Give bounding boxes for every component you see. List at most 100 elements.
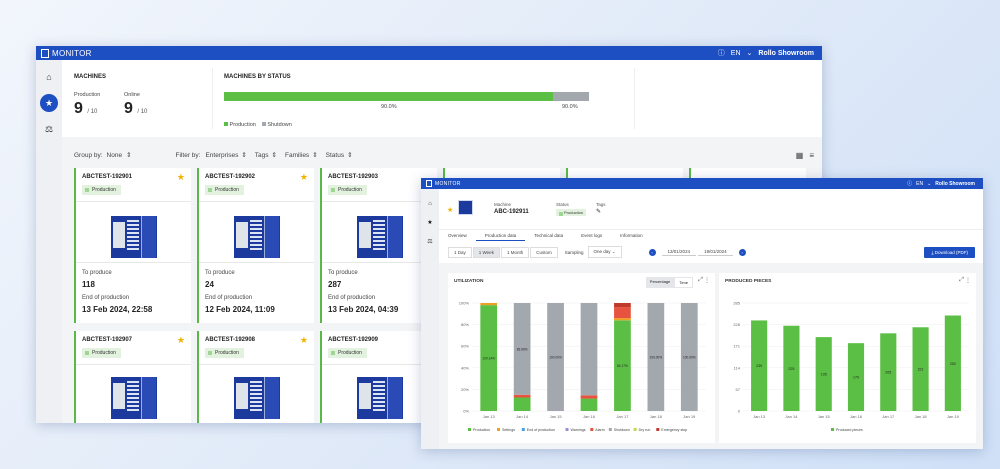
user-name[interactable]: Rollo Showroom (758, 50, 814, 57)
bar-segment (580, 395, 598, 399)
home-icon[interactable]: ⌂ (46, 72, 51, 82)
card-title: ABCTEST-192902 (205, 174, 256, 180)
end-value: 13 Feb 2024, 22:58 (82, 305, 153, 314)
list-view-icon[interactable]: ≡ (809, 151, 814, 160)
side-nav: ⌂ ★ ⚖ (421, 189, 439, 449)
user-name[interactable]: Rollo Showroom (935, 181, 975, 187)
favorites-icon[interactable]: ★ (40, 94, 58, 112)
card-title: ABCTEST-192908 (205, 337, 256, 343)
bar-segment (480, 303, 498, 306)
data-label: 252 (950, 362, 956, 366)
filter-tags[interactable]: Tags (255, 152, 269, 159)
divider (212, 68, 213, 129)
tab-event-logs[interactable]: Event logs (572, 230, 611, 241)
y-tick-label: 285 (733, 301, 740, 306)
data-label: 100.00% (650, 356, 663, 360)
x-tick-label: Jan 19 (947, 414, 960, 419)
sort-icon[interactable]: ⇕ (347, 151, 352, 159)
language-select[interactable]: EN (916, 181, 923, 187)
next-period-button[interactable]: › (738, 248, 746, 256)
machine-image (234, 371, 280, 419)
chevron-down-icon[interactable]: ⌄ (747, 49, 753, 57)
y-tick-label: 80% (461, 322, 469, 327)
legend-swatch (497, 428, 500, 431)
language-select[interactable]: EN (731, 50, 741, 57)
machine-detail-window: MONITOR ⓘ EN ⌄ Rollo Showroom ⌂ ★ ⚖ ★ Ma… (421, 178, 983, 449)
tab-technical-data[interactable]: Technical data (525, 230, 572, 241)
sort-icon[interactable]: ⇕ (312, 151, 317, 159)
x-tick-label: Jan 18 (650, 414, 663, 419)
divider (322, 201, 437, 202)
top-bar: MONITOR ⓘ EN ⌄ Rollo Showroom (36, 46, 822, 60)
analytics-icon[interactable]: ⚖ (427, 238, 432, 245)
star-icon[interactable]: ★ (177, 335, 185, 346)
status-badge: Production (556, 209, 587, 216)
machine-card[interactable]: ABCTEST-192901 ★ Production To produce 1… (74, 168, 191, 323)
machine-image (234, 210, 280, 258)
machine-image (111, 371, 157, 419)
favorites-icon[interactable]: ★ (427, 219, 432, 226)
tab-information[interactable]: Information (611, 230, 652, 241)
machine-card[interactable]: ABCTEST-192908 ★ Production (197, 331, 314, 423)
machine-card[interactable]: ABCTEST-192903 Production To produce 287… (320, 168, 437, 323)
to-produce-label: To produce (205, 270, 235, 276)
edit-icon[interactable]: ✎ (596, 208, 601, 215)
data-label: 179 (853, 376, 859, 380)
tab-production-data[interactable]: Production data (475, 230, 526, 241)
utilization-panel: UTILIZATION Percentage Time ⤢ ⋮ 0% 20% 40%… (448, 273, 715, 443)
legend-swatch (608, 428, 612, 431)
filter-families[interactable]: Families (285, 152, 309, 159)
machine-label: Machine (494, 202, 512, 207)
to-produce-value: 24 (205, 280, 214, 289)
chevron-down-icon[interactable]: ⌄ (927, 181, 931, 187)
logo-icon (41, 48, 49, 58)
range-1-week[interactable]: 1 Week (472, 246, 500, 258)
filter-enterprises[interactable]: Enterprises (205, 152, 238, 159)
date-from-input[interactable]: 13/01/2024 (661, 248, 697, 256)
card-title: ABCTEST-192907 (82, 337, 133, 343)
end-label: End of production (82, 295, 130, 301)
range-custom[interactable]: Custom (530, 246, 558, 258)
prev-period-button[interactable]: ‹ (648, 248, 656, 256)
sort-icon[interactable]: ⇕ (241, 151, 246, 159)
sort-icon[interactable]: ⇕ (272, 151, 277, 159)
legend-swatch (831, 428, 834, 431)
range-1-day[interactable]: 1 Day (448, 246, 472, 258)
star-icon[interactable]: ★ (447, 206, 453, 214)
tab-overview[interactable]: Overview (439, 230, 476, 241)
machine-image (111, 210, 157, 258)
date-to-input[interactable]: 19/01/2024 (698, 248, 733, 256)
star-icon[interactable]: ★ (300, 335, 308, 346)
download-pdf-button[interactable]: ⤓ Download (PDF) (924, 246, 975, 258)
legend-label: Emergency stop (661, 428, 687, 432)
machine-card[interactable]: ABCTEST-192909 Production (320, 331, 437, 423)
machine-card[interactable]: ABCTEST-192907 ★ Production (74, 331, 191, 423)
y-tick-label: 171 (733, 344, 740, 349)
status-label: Status (556, 202, 569, 207)
brand-logo[interactable]: MONITOR (426, 180, 461, 187)
analytics-icon[interactable]: ⚖ (45, 124, 53, 135)
group-by-select[interactable]: None (107, 152, 123, 159)
home-icon[interactable]: ⌂ (428, 201, 432, 207)
star-icon[interactable]: ★ (300, 172, 308, 183)
y-tick-label: 0 (738, 409, 741, 414)
y-tick-label: 100% (459, 301, 470, 306)
range-1-month[interactable]: 1 Month (500, 246, 530, 258)
sort-icon[interactable]: ⇕ (126, 151, 131, 159)
grid-view-icon[interactable]: ▦ (796, 151, 804, 160)
star-icon[interactable]: ★ (177, 172, 185, 183)
status-badge: Production (205, 348, 244, 358)
tags-label: Tags (596, 202, 606, 207)
data-label: 225 (788, 367, 794, 371)
status-badge: Production (82, 185, 121, 195)
data-label: 100.14% (482, 357, 495, 361)
sampling-select[interactable]: One day ⌄ (587, 246, 622, 258)
bar-segment (580, 398, 598, 411)
machine-image (357, 371, 403, 419)
help-icon[interactable]: ⓘ (907, 180, 912, 187)
machine-card[interactable]: ABCTEST-192902 ★ Production To produce 2… (197, 168, 314, 323)
brand-logo[interactable]: MONITOR (41, 48, 92, 58)
help-icon[interactable]: ⓘ (718, 48, 725, 58)
filter-status[interactable]: Status (326, 152, 344, 159)
sampling-label: Sampling (564, 249, 584, 255)
